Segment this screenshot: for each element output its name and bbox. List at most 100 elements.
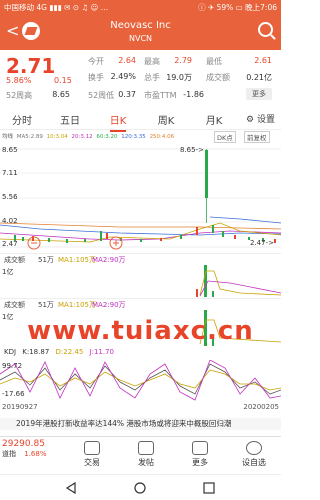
more-grid-icon	[192, 441, 208, 455]
more-button[interactable]: 更多	[246, 88, 272, 100]
end-date: 20200205	[243, 403, 279, 411]
ma5-value: MA5:2.89	[16, 134, 43, 140]
candles	[14, 149, 276, 243]
volume-value-2: 51万	[38, 300, 54, 309]
volume-ma1-2: MA1:105万	[58, 300, 97, 309]
start-date: 20190927	[2, 403, 38, 411]
back-nav-icon[interactable]	[64, 481, 78, 495]
tab-five-day[interactable]: 五日	[50, 112, 90, 127]
ma250-value: 250:4.06	[149, 134, 175, 140]
home-nav-icon[interactable]	[133, 481, 147, 495]
more-menu-label: 更多	[192, 458, 208, 467]
tab-weekly-k[interactable]: 周K	[146, 112, 186, 127]
gear-icon: ⚙	[246, 115, 255, 125]
app-header: < Neovasc Inc NVCN	[0, 14, 281, 50]
add-watchlist-button[interactable]: 设自选	[234, 441, 274, 468]
add-icon	[246, 441, 262, 455]
settings-label: 设置	[256, 115, 275, 125]
volume-ma2-2: MA2:90万	[92, 300, 126, 309]
volume-chart-1[interactable]: 1亿	[0, 265, 282, 297]
volume-ma2-1: MA2:90万	[92, 255, 126, 264]
tab-monthly-k[interactable]: 月K	[194, 112, 234, 127]
current-price: 2.71	[6, 54, 56, 78]
high52-label: 52周高	[6, 91, 33, 100]
y-axis-mid3: 4.02	[2, 217, 18, 225]
kdj-axis-bottom: -17.66	[2, 390, 25, 398]
open-value: 2.64	[118, 56, 136, 65]
low-value: 2.61	[254, 56, 272, 65]
bottom-toolbar: 29290.85 道指 1.68% 交易 发帖 更多 设自选	[0, 436, 281, 474]
y-axis-top: 8.65	[2, 146, 18, 154]
ma10-value: 10:3.04	[46, 134, 68, 140]
kdj-label: KDJ	[4, 348, 17, 356]
volume-header-1: 成交额 51万 MA1:105万 MA2:90万	[0, 253, 281, 265]
index-value: 29290.85	[2, 439, 45, 449]
trade-icon	[84, 441, 100, 455]
total-value: 19.0万	[166, 73, 192, 82]
kline-chart[interactable]: 8.65 7.11 5.56 4.02 2.47 8.65-> 2.47->	[0, 143, 282, 253]
stock-name: Neovasc Inc	[110, 20, 171, 31]
kdj-svg	[0, 359, 282, 401]
period-tabs: 分时 五日 日K 周K 月K ⚙ 设置	[0, 108, 281, 132]
ma20-value: 20:3.12	[71, 134, 93, 140]
volume-label-1: 成交额	[4, 255, 25, 264]
carrier-status: 中国移动 4G ▮▮▮ ✉ ⊙ ♫ ☺ …	[4, 2, 109, 12]
quote-panel: 2.71 5.86% 0.15 52周高 8.65 今开 2.64 最高 2.7…	[0, 50, 281, 104]
change-amount: 0.15	[54, 76, 72, 85]
index-quote[interactable]: 29290.85 道指 1.68%	[2, 439, 60, 459]
change-percent: 5.86%	[6, 76, 32, 85]
stock-code: NVCN	[128, 34, 153, 43]
search-icon[interactable]	[258, 22, 273, 37]
trade-label: 交易	[84, 458, 100, 467]
index-percent: 1.68%	[24, 450, 47, 458]
amount-value: 0.21亿	[246, 73, 272, 82]
forward-adjust-button[interactable]: 前复权	[244, 131, 270, 143]
ma-label: 均线	[2, 134, 14, 140]
kline-svg	[0, 148, 282, 250]
kdj-header: KDJ K:18.87 D:22.45 J:11.70	[4, 348, 118, 356]
ma-indicator-row: 均线 MA5:2.89 10:3.04 20:3.12 60:3.20 120:…	[2, 132, 176, 140]
settings-button[interactable]: ⚙ 设置	[246, 112, 275, 125]
volume-axis-1: 1亿	[2, 268, 14, 276]
system-nav-bar	[0, 474, 281, 500]
y-axis-bottom: 2.47	[2, 240, 18, 248]
index-label: 道指	[2, 450, 16, 458]
pe-value: -1.86	[183, 90, 204, 99]
y-axis-mid2: 5.56	[2, 193, 18, 201]
volume-label-2: 成交额	[4, 300, 25, 309]
ma60-value: 60:3.20	[96, 134, 118, 140]
max-price-marker: 8.65->	[180, 146, 204, 154]
kdj-axis-top: 99.72	[2, 362, 23, 370]
kdj-d: D:22.45	[55, 348, 84, 356]
more-menu-button[interactable]: 更多	[180, 441, 220, 468]
kdj-chart[interactable]: 99.72 -17.66	[0, 359, 282, 402]
system-time: ⓘ ✈ 59% ▭ 晚上7:06	[198, 2, 277, 12]
dk-point-button[interactable]: DK点	[214, 131, 236, 143]
low-label: 最低	[206, 57, 222, 66]
volume-value-1: 51万	[38, 255, 54, 264]
watermark-text: www.tuiaxc.cn	[27, 316, 254, 346]
turnover-value: 2.49%	[110, 72, 136, 81]
kdj-k: K:18.87	[22, 348, 50, 356]
kdj-j: J:11.70	[89, 348, 115, 356]
status-bar: 中国移动 4G ▮▮▮ ✉ ⊙ ♫ ☺ … ⓘ ✈ 59% ▭ 晚上7:06	[0, 0, 281, 14]
post-button[interactable]: 发帖	[126, 441, 166, 468]
amount-label: 成交额	[206, 73, 230, 82]
post-label: 发帖	[138, 458, 154, 467]
post-icon	[138, 441, 154, 455]
high52-value: 8.65	[52, 90, 70, 99]
ma120-value: 120:3.35	[121, 134, 146, 140]
trade-button[interactable]: 交易	[72, 441, 112, 468]
volume-ma1-1: MA1:105万	[58, 255, 97, 264]
recents-nav-icon[interactable]	[202, 481, 216, 495]
high-value: 2.79	[174, 56, 192, 65]
y-axis-mid1: 7.11	[2, 169, 18, 177]
tab-daily-k[interactable]: 日K	[98, 112, 138, 132]
volume-svg-1	[196, 265, 282, 297]
tab-intraday[interactable]: 分时	[2, 112, 42, 127]
news-ticker[interactable]: 2019年港股打新收益率达144% 港股市场或将迎来中概股回归潮	[0, 418, 281, 430]
low52-value: 0.37	[118, 90, 136, 99]
volume-header-2: 成交额 51万 MA1:105万 MA2:90万	[0, 298, 281, 310]
add-watchlist-label: 设自选	[242, 458, 266, 467]
min-price-marker: 2.47->	[250, 239, 274, 247]
